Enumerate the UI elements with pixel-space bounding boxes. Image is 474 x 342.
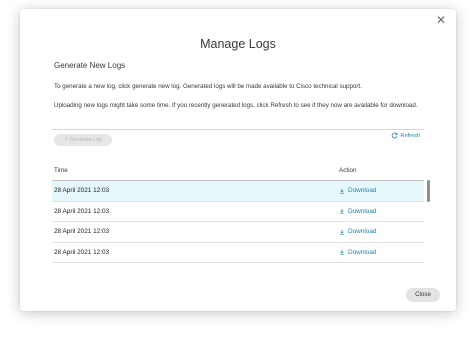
table-scrollbar[interactable] (427, 180, 430, 202)
download-label: Download (348, 207, 377, 215)
generate-log-button[interactable]: + Generate Log (54, 134, 112, 146)
plus-icon: + (64, 137, 68, 143)
log-time: 28 April 2021 12:03 (54, 207, 110, 215)
download-link[interactable]: Download (339, 249, 376, 256)
refresh-link[interactable]: Refresh (391, 132, 420, 139)
download-icon (339, 229, 345, 234)
log-time: 28 April 2021 12:03 (54, 187, 110, 194)
close-icon[interactable]: ✕ (434, 13, 448, 27)
column-header-time: Time (54, 167, 68, 174)
manage-logs-dialog: ✕ Manage Logs Generate New Logs To gener… (20, 9, 456, 311)
close-button[interactable]: Close (406, 288, 440, 302)
download-label: Download (348, 187, 377, 194)
description-upload: Uploading new logs might take some time.… (54, 102, 418, 109)
description-generate: To generate a new log, click generate ne… (54, 83, 362, 90)
download-label: Download (348, 248, 377, 256)
download-label: Download (348, 228, 377, 235)
table-row[interactable]: 28 April 2021 12:03 Download (52, 181, 424, 202)
logs-table: Time Action 28 April 2021 12:03 Download… (52, 164, 424, 263)
section-divider (52, 129, 424, 130)
download-link[interactable]: Download (339, 228, 376, 235)
table-header: Time Action (52, 164, 424, 181)
refresh-label: Refresh (400, 132, 420, 139)
download-icon (339, 208, 345, 214)
dialog-title: Manage Logs (200, 37, 276, 51)
table-row[interactable]: 28 April 2021 12:03 Download (52, 222, 424, 243)
table-row[interactable]: 28 April 2021 12:03 Download (52, 243, 424, 263)
log-time: 28 April 2021 12:03 (54, 248, 110, 256)
column-header-action: Action (339, 167, 357, 174)
download-icon (339, 249, 345, 255)
refresh-icon (392, 132, 398, 139)
log-time: 28 April 2021 12:03 (54, 228, 110, 235)
download-link[interactable]: Download (339, 208, 376, 215)
generate-log-label: Generate Log (69, 137, 102, 143)
download-icon (339, 188, 345, 193)
download-link[interactable]: Download (339, 187, 376, 194)
section-heading: Generate New Logs (54, 61, 126, 70)
table-row[interactable]: 28 April 2021 12:03 Download (52, 202, 424, 222)
